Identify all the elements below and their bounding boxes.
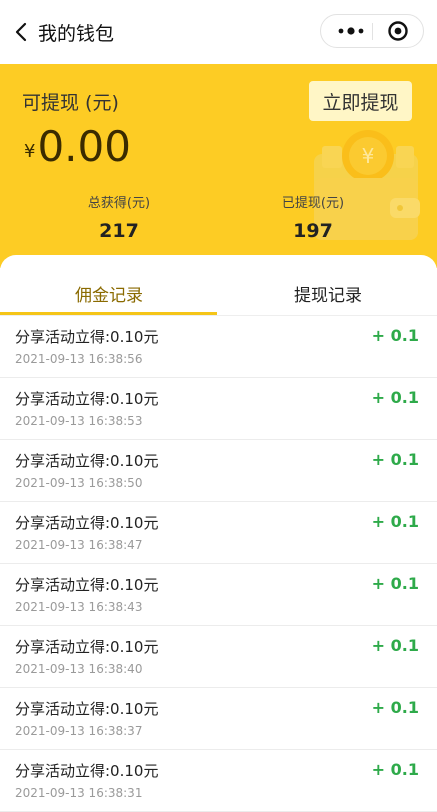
record-time: 2021-09-13 16:38:47 [15,538,143,552]
target-close-icon[interactable] [387,20,409,42]
active-tab-indicator [0,312,217,315]
list-item[interactable]: 分享活动立得:0.10元 2021-09-13 16:38:40 + 0.1 [0,626,437,688]
records-list: 分享活动立得:0.10元 2021-09-13 16:38:56 + 0.1 分… [0,316,437,812]
list-item[interactable]: 分享活动立得:0.10元 2021-09-13 16:38:31 + 0.1 [0,750,437,812]
available-label: 可提现 (元) [22,92,119,114]
record-time: 2021-09-13 16:38:56 [15,352,143,366]
record-title: 分享活动立得:0.10元 [15,390,159,408]
record-time: 2021-09-13 16:38:50 [15,476,143,490]
record-time: 2021-09-13 16:38:43 [15,600,143,614]
records-card: 佣金记录 提现记录 分享活动立得:0.10元 2021-09-13 16:38:… [0,255,437,812]
tab-commission-records[interactable]: 佣金记录 [0,281,218,306]
list-item[interactable]: 分享活动立得:0.10元 2021-09-13 16:38:43 + 0.1 [0,564,437,626]
record-amount: + 0.1 [371,760,419,779]
record-title: 分享活动立得:0.10元 [15,700,159,718]
list-item[interactable]: 分享活动立得:0.10元 2021-09-13 16:38:50 + 0.1 [0,440,437,502]
record-title: 分享活动立得:0.10元 [15,638,159,656]
record-time: 2021-09-13 16:38:31 [15,786,143,800]
record-title: 分享活动立得:0.10元 [15,328,159,346]
amount-value: 0.00 [37,122,131,171]
withdrawn-value: 197 [293,220,333,242]
record-amount: + 0.1 [371,512,419,531]
record-amount: + 0.1 [371,574,419,593]
page-title: 我的钱包 [38,23,115,45]
withdrawn-stat: 已提现(元) 197 [253,192,373,242]
chevron-left-icon[interactable] [10,20,34,44]
list-item[interactable]: 分享活动立得:0.10元 2021-09-13 16:38:37 + 0.1 [0,688,437,750]
withdrawn-label: 已提现(元) [281,196,345,211]
svg-text:¥: ¥ [362,144,375,168]
list-item[interactable]: 分享活动立得:0.10元 2021-09-13 16:38:53 + 0.1 [0,378,437,440]
record-title: 分享活动立得:0.10元 [15,514,159,532]
total-earned-stat: 总获得(元) 217 [59,192,179,242]
more-dots-icon[interactable] [335,23,367,39]
record-amount: + 0.1 [371,388,419,407]
mini-program-capsule [320,14,424,48]
total-earned-value: 217 [99,220,139,242]
record-amount: + 0.1 [371,698,419,717]
record-title: 分享活动立得:0.10元 [15,762,159,780]
wallet-summary: 可提现 (元) ¥0.00 立即提现 ¥ 总获得(元) 217 已提现(元) 1… [0,64,437,268]
record-amount: + 0.1 [371,636,419,655]
record-time: 2021-09-13 16:38:53 [15,414,143,428]
tab-withdraw-records[interactable]: 提现记录 [219,281,437,306]
record-amount: + 0.1 [371,450,419,469]
list-item[interactable]: 分享活动立得:0.10元 2021-09-13 16:38:47 + 0.1 [0,502,437,564]
withdraw-now-button[interactable]: 立即提现 [309,81,412,121]
currency-symbol: ¥ [24,141,36,162]
record-amount: + 0.1 [371,326,419,345]
record-title: 分享活动立得:0.10元 [15,452,159,470]
total-earned-label: 总获得(元) [87,196,151,211]
record-tabs: 佣金记录 提现记录 [0,255,437,316]
record-title: 分享活动立得:0.10元 [15,576,159,594]
record-time: 2021-09-13 16:38:40 [15,662,143,676]
list-item[interactable]: 分享活动立得:0.10元 2021-09-13 16:38:56 + 0.1 [0,316,437,378]
record-time: 2021-09-13 16:38:37 [15,724,143,738]
nav-bar: 我的钱包 [0,0,437,64]
capsule-divider [372,23,373,40]
available-amount: ¥0.00 [24,122,131,171]
